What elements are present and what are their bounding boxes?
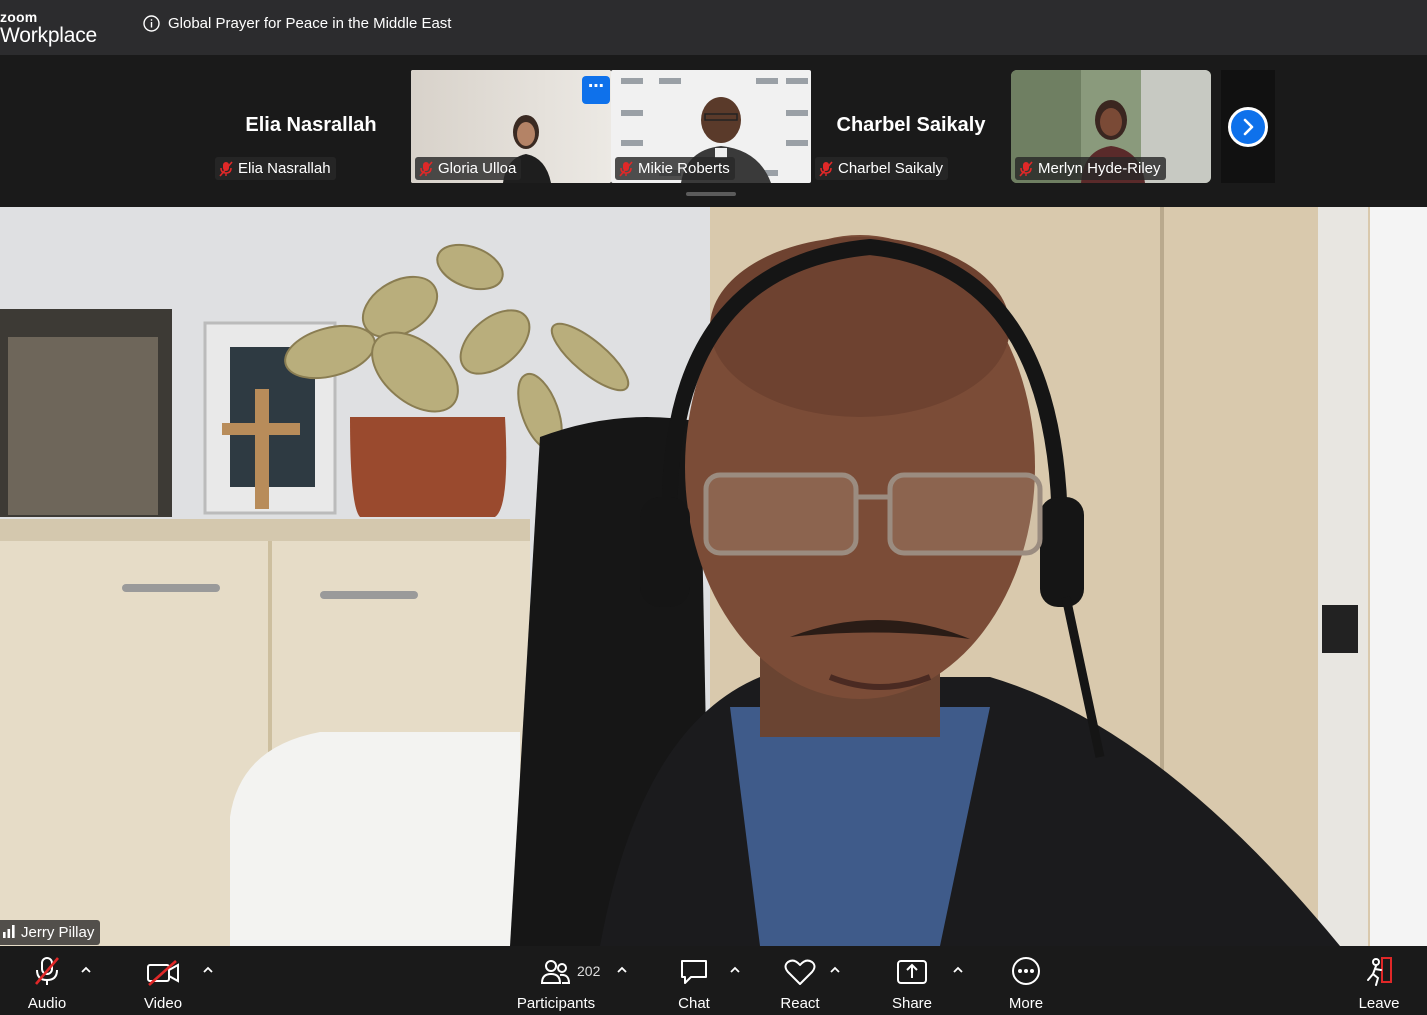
audio-button[interactable]: Audio — [16, 946, 78, 1015]
app-logo: zoom Workplace — [0, 10, 97, 46]
more-icon — [1012, 957, 1040, 985]
participant-tile[interactable]: Mikie Roberts — [611, 70, 811, 183]
audio-label: Audio — [27, 995, 67, 1012]
signal-bars-icon — [2, 924, 16, 942]
tile-more-button[interactable]: ⋯ — [582, 76, 610, 104]
chevron-up-icon — [730, 966, 740, 973]
participant-label: Merlyn Hyde-Riley — [1015, 157, 1166, 180]
chevron-up-icon — [617, 966, 627, 973]
speaker-video-frame — [0, 207, 1427, 946]
participant-label: Elia Nasrallah — [215, 157, 336, 180]
participants-label: Participants — [516, 995, 596, 1012]
heart-icon — [784, 959, 816, 985]
participant-label: Mikie Roberts — [615, 157, 735, 180]
participant-tile[interactable]: Elia Nasrallah Elia Nasrallah — [211, 70, 411, 183]
leave-label: Leave — [1358, 995, 1400, 1012]
participant-name-display: Charbel Saikaly — [836, 114, 986, 136]
muted-mic-icon — [1019, 160, 1033, 177]
participant-label-text: Mikie Roberts — [638, 160, 730, 177]
more-label: More — [1008, 995, 1044, 1012]
share-button[interactable]: Share — [882, 946, 942, 1015]
audio-options-caret[interactable] — [78, 963, 94, 977]
video-button[interactable]: Video — [132, 946, 194, 1015]
participant-label-text: Elia Nasrallah — [238, 160, 331, 177]
participant-label: Charbel Saikaly — [815, 157, 949, 180]
participant-count: 202 — [577, 963, 601, 979]
muted-mic-icon — [619, 160, 633, 177]
muted-mic-icon — [35, 957, 59, 985]
share-screen-icon — [897, 960, 927, 984]
participant-tile[interactable]: ⋯ Gloria Ulloa — [411, 70, 611, 183]
title-bar: zoom Workplace Global Prayer for Peace i… — [0, 0, 1427, 56]
brand-large: Workplace — [0, 24, 98, 47]
share-options-caret[interactable] — [950, 963, 966, 977]
video-off-icon — [147, 960, 179, 986]
meeting-toolbar: Audio Video Participants 202 Chat React … — [0, 946, 1427, 1015]
participant-tile[interactable]: Charbel Saikaly Charbel Saikaly — [811, 70, 1011, 183]
leave-button[interactable]: Leave — [1350, 946, 1408, 1015]
participants-button[interactable]: Participants — [506, 946, 606, 1015]
muted-mic-icon — [219, 160, 233, 177]
strip-resize-handle[interactable] — [686, 192, 736, 196]
brand-small: zoom — [0, 9, 38, 25]
chat-icon — [681, 960, 707, 984]
participant-tile[interactable]: Merlyn Hyde-Riley — [1011, 70, 1211, 183]
video-label: Video — [143, 995, 183, 1012]
react-options-caret[interactable] — [827, 963, 843, 977]
participants-options-caret[interactable] — [614, 963, 630, 977]
more-button[interactable]: More — [996, 946, 1056, 1015]
participants-icon — [541, 960, 571, 984]
meeting-info[interactable]: Global Prayer for Peace in the Middle Ea… — [143, 15, 451, 32]
participant-label-text: Gloria Ulloa — [438, 160, 517, 177]
chat-label: Chat — [678, 995, 710, 1012]
next-page-button[interactable] — [1228, 107, 1268, 147]
participant-name-display: Elia Nasrallah — [245, 114, 377, 136]
participant-label: Gloria Ulloa — [415, 157, 522, 180]
chevron-up-icon — [81, 966, 91, 973]
meeting-title: Global Prayer for Peace in the Middle Ea… — [168, 15, 452, 32]
gallery-strip: Elia Nasrallah Elia Nasrallah ⋯ Gloria U… — [0, 56, 1427, 207]
react-label: React — [780, 995, 820, 1012]
react-button[interactable]: React — [770, 946, 830, 1015]
chevron-up-icon — [203, 966, 213, 973]
active-speaker-video: Jerry Pillay — [0, 207, 1427, 946]
speaker-name: Jerry Pillay — [21, 924, 95, 941]
chevron-right-icon — [1243, 118, 1254, 136]
chevron-up-icon — [830, 966, 840, 973]
chat-button[interactable]: Chat — [664, 946, 724, 1015]
muted-mic-icon — [819, 160, 833, 177]
muted-mic-icon — [419, 160, 433, 177]
leave-icon — [1367, 957, 1392, 986]
share-label: Share — [891, 995, 933, 1012]
info-icon[interactable] — [143, 15, 160, 32]
video-options-caret[interactable] — [200, 963, 216, 977]
participant-label-text: Charbel Saikaly — [838, 160, 944, 177]
chat-options-caret[interactable] — [727, 963, 743, 977]
chevron-up-icon — [953, 966, 963, 973]
participant-label-text: Merlyn Hyde-Riley — [1038, 160, 1161, 177]
speaker-label: Jerry Pillay — [0, 920, 101, 945]
